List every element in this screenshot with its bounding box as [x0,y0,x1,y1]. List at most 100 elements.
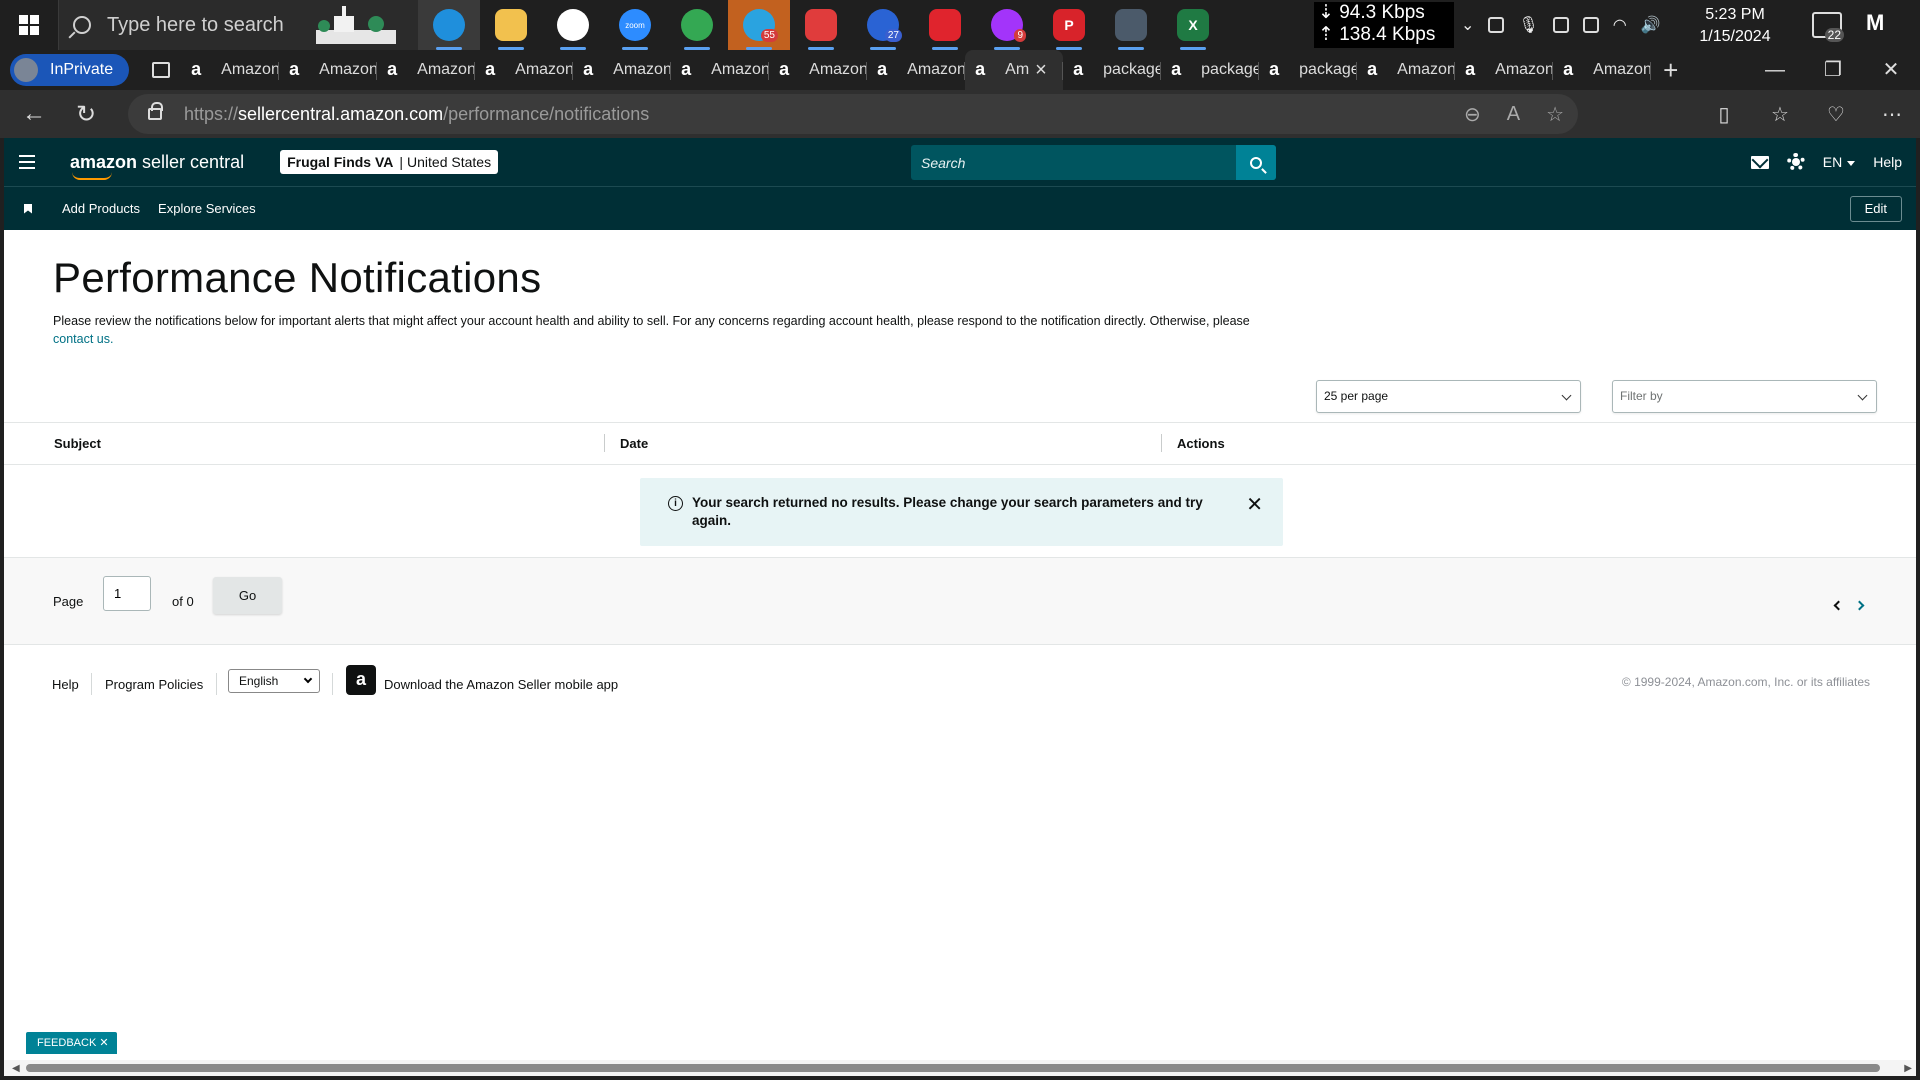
browser-tab[interactable]: a Amazon [867,50,966,90]
browser-tab[interactable]: a Amazon [1455,50,1554,90]
bookmark-icon[interactable] [24,203,32,214]
taskbar-app-app-play[interactable] [914,0,976,50]
chrome-icon [681,9,713,41]
search-button[interactable] [1236,145,1276,180]
column-header-date[interactable]: Date [620,436,648,451]
browser-tab[interactable]: a Amazon [573,50,672,90]
system-tray: ⌄ 🎙 ◠ 🔊 [1455,0,1661,50]
per-page-select[interactable]: 25 per page [1316,380,1581,413]
favorites-icon[interactable]: ☆ [1752,102,1808,127]
address-bar[interactable]: https://sellercentral.amazon.com/perform… [128,94,1578,134]
scrollbar-thumb[interactable] [26,1064,1880,1072]
page-label: Page [53,594,84,609]
split-screen-icon[interactable]: ▯ [1696,102,1752,127]
lock-icon[interactable] [148,102,163,120]
browser-tab[interactable]: a package [1259,50,1358,90]
volume-icon[interactable]: 🔊 [1641,15,1661,35]
browser-tab[interactable]: a Amazon [671,50,770,90]
go-button[interactable]: Go [213,577,282,614]
url-domain: sellercentral.amazon.com [238,103,444,124]
taskbar-app-chrome[interactable] [666,0,728,50]
taskbar-app-telegram[interactable]: 55 [728,0,790,50]
browser-tab[interactable]: a Amazon [377,50,476,90]
scroll-right-icon[interactable]: ▶ [1904,1063,1912,1074]
refresh-button[interactable]: ↻ [60,90,112,138]
chevron-left-icon[interactable] [1833,600,1844,611]
browser-essentials-icon[interactable]: ♡ [1808,102,1864,127]
wifi-icon[interactable]: ◠ [1613,15,1627,35]
column-header-subject[interactable]: Subject [54,436,101,451]
system-clock[interactable]: 5:23 PM 1/15/2024 [1660,4,1810,48]
browser-tab[interactable]: a Amazon [279,50,378,90]
filter-select[interactable]: Filter by [1612,380,1877,413]
language-selector[interactable]: EN [1823,154,1856,170]
mail-icon[interactable] [1750,155,1769,169]
browser-tab[interactable]: a Amazon [769,50,868,90]
footer-language-select[interactable]: English [228,669,320,693]
taskbar-app-messenger[interactable]: 9 [976,0,1038,50]
browser-tab[interactable]: a Amazon [1553,50,1652,90]
amazon-app-icon[interactable]: a [346,665,376,695]
windows-logo-icon [19,15,39,35]
taskbar-app-app-blue[interactable]: 27 [852,0,914,50]
taskbar-app-slack[interactable] [542,0,604,50]
close-icon[interactable]: ✕ [99,1037,108,1049]
back-button[interactable]: ← [8,90,60,138]
taskbar-app-excel[interactable]: X [1162,0,1224,50]
microphone-icon[interactable]: 🎙 [1518,15,1538,35]
browser-tab[interactable]: a Amazon [181,50,280,90]
horizontal-scrollbar[interactable]: ◀ ▶ [4,1060,1916,1076]
chevron-up-icon[interactable]: ⌄ [1461,15,1474,35]
browser-tab-active[interactable]: a Am × [965,50,1064,90]
battery-icon[interactable] [1582,17,1599,33]
taskbar-app-app-p[interactable]: P [1038,0,1100,50]
browser-tab[interactable]: a package [1063,50,1162,90]
zoom-icon[interactable]: ⊖ [1464,102,1481,127]
browser-tab[interactable]: a Amazon [1357,50,1456,90]
more-options-icon[interactable]: ⋯ [1864,102,1920,127]
start-button[interactable] [0,0,58,50]
contact-us-link[interactable]: contact us. [53,332,113,346]
widgets-icon[interactable]: M [1866,10,1906,40]
restore-button[interactable]: ❐ [1804,50,1862,90]
browser-tab[interactable]: a Amazon [475,50,574,90]
download-app-link[interactable]: Download the Amazon Seller mobile app [384,677,618,692]
help-link[interactable]: Help [1873,154,1902,170]
close-window-button[interactable]: ✕ [1862,50,1920,90]
read-aloud-icon[interactable]: A [1507,103,1520,126]
footer-help-link[interactable]: Help [52,677,79,692]
notification-center-icon[interactable]: 22 [1812,12,1844,42]
camera-icon[interactable] [1488,17,1505,33]
close-tab-icon[interactable]: × [1035,59,1047,82]
gear-icon[interactable] [1786,153,1805,171]
seller-central-logo[interactable]: amazon seller central [70,152,244,180]
minimize-button[interactable]: — [1746,50,1804,90]
explore-services-link[interactable]: Explore Services [158,201,256,216]
feedback-button[interactable]: FEEDBACK ✕ [26,1032,117,1054]
chevron-right-icon[interactable] [1854,600,1865,611]
account-switcher[interactable]: Frugal Finds VA | United States [280,150,499,174]
inprivate-button[interactable]: InPrivate [10,54,130,86]
page-number-input[interactable] [103,576,151,611]
tab-actions-button[interactable] [141,54,181,86]
taskbar-search[interactable]: Type here to search [58,0,418,50]
add-products-link[interactable]: Add Products [62,201,140,216]
amazon-favicon-icon: a [1269,59,1280,79]
app-badge-count: 27 [884,29,902,42]
search-input[interactable] [911,145,1236,180]
new-tab-button[interactable]: + [1663,55,1678,86]
favorite-star-icon[interactable]: ☆ [1546,102,1564,127]
excel-icon: X [1177,9,1209,41]
taskbar-app-calculator[interactable] [1100,0,1162,50]
display-icon[interactable] [1552,17,1569,33]
taskbar-app-file-explorer[interactable] [480,0,542,50]
scroll-left-icon[interactable]: ◀ [12,1063,20,1074]
close-icon[interactable]: ✕ [1246,492,1263,517]
browser-tab[interactable]: a package [1161,50,1260,90]
hamburger-menu-icon[interactable] [4,138,50,186]
program-policies-link[interactable]: Program Policies [105,677,203,692]
taskbar-app-app-red[interactable] [790,0,852,50]
edit-bookmarks-button[interactable]: Edit [1849,196,1902,222]
taskbar-app-zoom[interactable]: zoom [604,0,666,50]
taskbar-app-edge[interactable] [418,0,480,50]
